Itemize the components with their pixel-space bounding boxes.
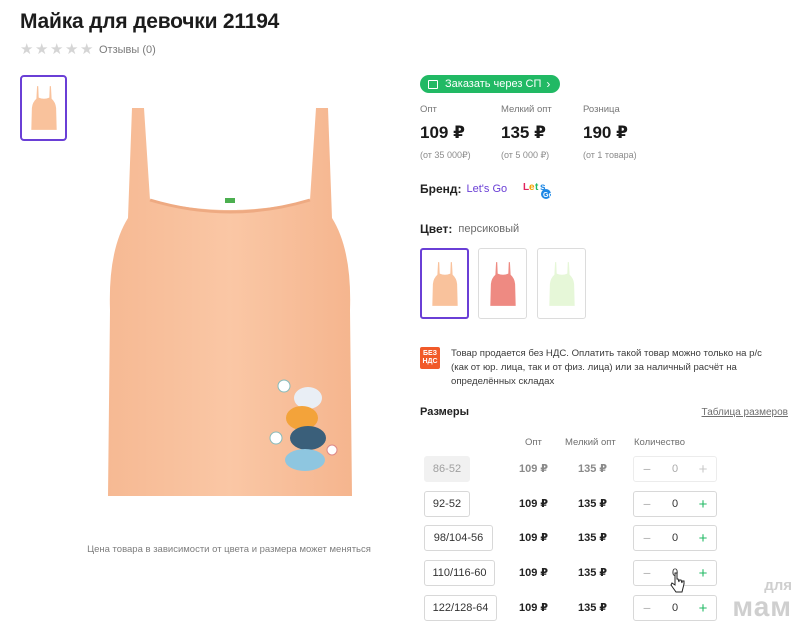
size-label: 110/116-60 [424, 560, 495, 586]
price-value: 135 ₽ [501, 123, 546, 142]
size-label: 98/104-56 [424, 525, 493, 551]
star-icon: ★ [65, 41, 79, 58]
price-label: Опт [420, 104, 437, 115]
size-price-small-opt: 135 ₽ [578, 498, 608, 510]
reviews-link[interactable]: Отзывы (0) [99, 44, 156, 56]
star-icon: ★ [20, 41, 34, 58]
size-price-small-opt: 135 ₽ [578, 532, 608, 544]
quantity-stepper[interactable]: − 0 + [633, 525, 717, 551]
vat-notice: Товар продается без НДС. Оплатить такой … [451, 348, 762, 387]
price-value: 190 ₽ [583, 123, 628, 142]
brand-row: Бренд: Let's Go L e t s Go [420, 178, 559, 200]
size-row: 86-52 109 ₽ 135 ₽ − 0 + [424, 456, 794, 482]
star-icon: ★ [80, 41, 94, 58]
price-note: (от 1 товара) [583, 150, 637, 160]
svg-text:t: t [535, 182, 539, 193]
brand-link[interactable]: Let's Go [467, 183, 508, 195]
plus-icon[interactable]: + [697, 600, 709, 617]
vat-badge-line: БЕЗ [422, 350, 438, 357]
minus-icon[interactable]: − [641, 496, 653, 512]
tank-top-swatch-image [431, 261, 458, 306]
size-price-small-opt: 135 ₽ [578, 463, 608, 475]
order-via-sp-button[interactable]: Заказать через СП › [420, 75, 561, 93]
size-price-opt: 109 ₽ [519, 463, 549, 475]
color-swatch-coral[interactable] [478, 248, 527, 319]
size-label: 92-52 [424, 491, 470, 517]
minus-icon[interactable]: − [641, 565, 653, 581]
price-caption: Цена товара в зависимости от цвета и раз… [87, 544, 371, 555]
svg-text:Go: Go [543, 192, 553, 199]
quantity-stepper[interactable]: − 0 + [633, 595, 717, 621]
size-price-small-opt: 135 ₽ [578, 602, 608, 614]
size-table-link[interactable]: Таблица размеров [702, 407, 788, 418]
size-label: 122/128-64 [424, 595, 497, 621]
chevron-right-icon: › [546, 77, 551, 91]
minus-icon[interactable]: − [641, 600, 653, 616]
price-value: 109 ₽ [420, 123, 465, 142]
size-row: 98/104-56 109 ₽ 135 ₽ − 0 + [424, 525, 794, 551]
quantity-stepper: − 0 + [633, 456, 717, 482]
size-price-opt: 109 ₽ [519, 567, 549, 579]
size-label: 86-52 [424, 456, 470, 482]
size-price-small-opt: 135 ₽ [578, 567, 608, 579]
price-retail: Розница 190 ₽ (от 1 товара) [583, 104, 637, 160]
color-swatch-mint[interactable] [537, 248, 586, 319]
plus-icon[interactable]: + [697, 496, 709, 513]
mouse-cursor-icon [670, 572, 685, 593]
product-title: Майка для девочки 21194 [20, 10, 280, 33]
header-small-opt: Мелкий опт [565, 437, 616, 448]
product-thumbnail[interactable] [20, 75, 67, 141]
size-price-opt: 109 ₽ [519, 602, 549, 614]
plus-icon[interactable]: + [697, 565, 709, 582]
star-icon: ★ [50, 41, 64, 58]
brand-logo[interactable]: L e t s Go [521, 178, 559, 200]
tank-top-swatch-image [548, 261, 575, 306]
price-note: (от 5 000 ₽) [501, 150, 550, 160]
price-label: Мелкий опт [501, 104, 552, 115]
minus-icon: − [642, 461, 652, 477]
watermark-logo: для мам [732, 578, 792, 621]
price-small-opt: Мелкий опт 135 ₽ (от 5 000 ₽) [501, 104, 552, 161]
sizes-title: Размеры [420, 406, 470, 418]
rating[interactable]: ★ ★ ★ ★ ★ Отзывы (0) [20, 41, 156, 58]
tank-top-thumb-image [30, 86, 57, 130]
quantity-value[interactable]: 0 [672, 498, 678, 510]
vat-badge-line: НДС [422, 358, 438, 365]
product-main-image[interactable] [100, 100, 360, 500]
header-quantity: Количество [634, 437, 686, 448]
color-title: Цвет: [420, 222, 453, 236]
quantity-value[interactable]: 0 [672, 532, 678, 544]
color-value: персиковый [458, 223, 520, 235]
tank-top-swatch-image [489, 261, 516, 306]
price-opt: Опт 109 ₽ (от 35 000₽) [420, 104, 471, 161]
header-opt: Опт [525, 437, 542, 448]
color-swatch-peach[interactable] [420, 248, 469, 319]
plus-icon: + [698, 460, 708, 478]
plus-icon[interactable]: + [697, 530, 709, 547]
no-vat-badge: БЕЗ НДС [420, 347, 440, 369]
quantity-stepper[interactable]: − 0 + [633, 491, 717, 517]
brand-title: Бренд: [420, 182, 462, 196]
size-row: 92-52 109 ₽ 135 ₽ − 0 + [424, 491, 794, 517]
cart-icon [428, 79, 438, 89]
quantity-value: 0 [671, 463, 679, 475]
minus-icon[interactable]: − [641, 530, 653, 546]
color-row: Цвет: персиковый [420, 222, 519, 236]
star-icon: ★ [35, 41, 49, 58]
watermark-line: мам [732, 591, 792, 622]
price-note: (от 35 000₽) [420, 150, 471, 160]
price-label: Розница [583, 104, 620, 115]
quantity-value[interactable]: 0 [672, 602, 678, 614]
size-price-opt: 109 ₽ [519, 498, 549, 510]
order-button-label: Заказать через СП [445, 78, 542, 90]
size-price-opt: 109 ₽ [519, 532, 549, 544]
